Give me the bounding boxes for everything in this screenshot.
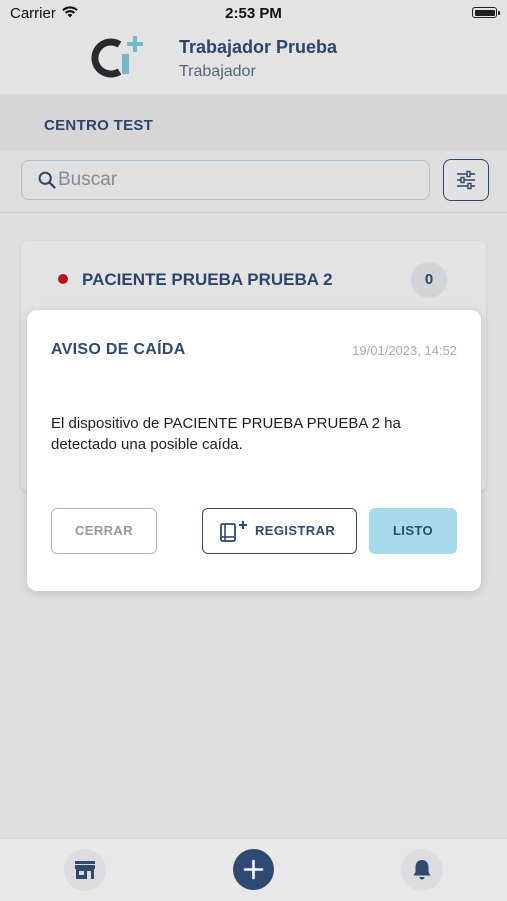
close-button[interactable]: CERRAR xyxy=(51,508,157,554)
plus-icon xyxy=(243,859,264,880)
dialog-title: AVISO DE CAÍDA xyxy=(51,341,186,358)
register-button[interactable]: REGISTRAR xyxy=(202,508,357,554)
register-button-label: REGISTRAR xyxy=(255,523,336,538)
dialog-message: El dispositivo de PACIENTE PRUEBA PRUEBA… xyxy=(51,415,401,453)
dialog-timestamp: 19/01/2023, 14:52 xyxy=(352,343,457,358)
add-notebook-icon xyxy=(220,521,247,542)
fall-alert-dialog: AVISO DE CAÍDA 19/01/2023, 14:52 El disp… xyxy=(27,310,481,591)
done-button[interactable]: LISTO xyxy=(369,508,457,554)
nav-centers-button[interactable] xyxy=(64,849,106,891)
bottom-navigation xyxy=(0,838,507,901)
store-icon xyxy=(75,861,95,879)
nav-add-button[interactable] xyxy=(233,849,274,890)
nav-notifications-button[interactable] xyxy=(401,849,443,891)
bell-icon xyxy=(413,860,431,880)
